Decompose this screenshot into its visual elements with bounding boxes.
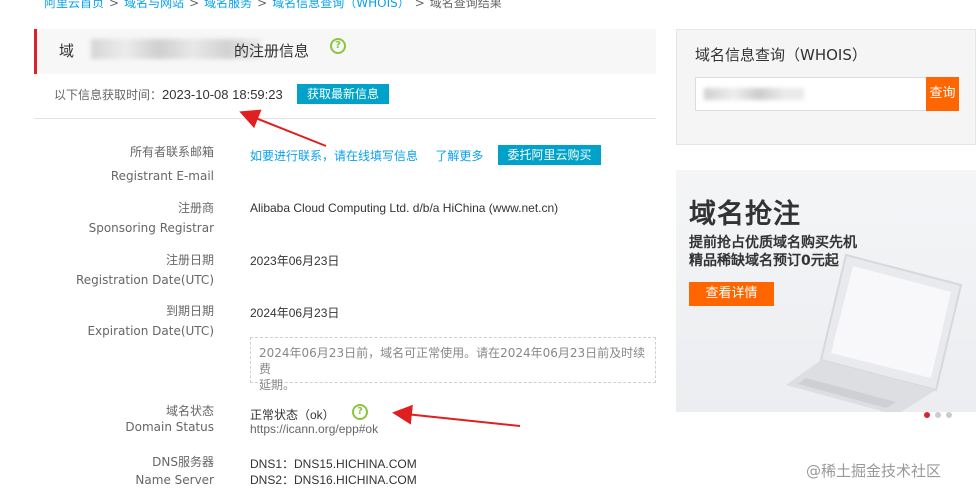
page-title-prefix: 域 [59, 42, 75, 60]
notice-line: 2024年06月23日前，域名可正常使用。请在2024年06月23日前及时续费 [259, 346, 646, 376]
breadcrumb-domain-services[interactable]: 域名服务 [204, 0, 252, 10]
breadcrumb-domains-websites[interactable]: 域名与网站 [124, 0, 184, 10]
registration-info-header: 域 的注册信息 ? [34, 29, 656, 74]
whois-panel-title: 域名信息查询（WHOIS） [695, 46, 867, 64]
expiration-date-label: 到期日期 Expiration Date(UTC) [14, 301, 214, 341]
page: 阿里云首页 > 域名与网站 > 域名服务 > 域名信息查询（WHOIS） > 域名查询结果 域 … [0, 0, 977, 488]
notice-line: 延期。 [259, 378, 296, 392]
registration-date-value: 2023年06月23日 [250, 254, 340, 268]
dns-label: DNS服务器 Name Server [14, 452, 214, 488]
label-en: Registrant E-mail [110, 169, 214, 183]
learn-more-link[interactable]: 了解更多 [435, 149, 483, 163]
dns-server-2: DNS2：DNS16.HICHINA.COM [250, 473, 417, 487]
whois-search-input[interactable] [695, 77, 927, 111]
carousel-dot-2[interactable] [935, 412, 941, 418]
label-cn: DNS服务器 [152, 455, 214, 469]
label-cn: 到期日期 [165, 304, 214, 318]
carousel-dot-3[interactable] [946, 412, 952, 418]
label-en: Expiration Date(UTC) [87, 324, 214, 338]
banner-title: 域名抢注 [689, 199, 801, 230]
label-en: Sponsoring Registrar [88, 221, 214, 235]
breadcrumb-separator: > [257, 0, 268, 10]
registrant-email-value: 如要进行联系，请在线填写信息 了解更多 [250, 147, 483, 164]
registrar-value: Alibaba Cloud Computing Ltd. d/b/a HiChi… [250, 201, 559, 215]
dns-server-1: DNS1：DNS15.HICHINA.COM [250, 457, 417, 471]
fetch-time-label: 以下信息获取时间： [54, 88, 163, 102]
domain-status-value: 正常状态（ok） [250, 408, 335, 422]
label-en: Domain Status [125, 420, 214, 434]
registrant-email-label: 所有者联系邮箱 Registrant E-mail [14, 142, 214, 186]
fetch-time-value: 2023-10-08 18:59:23 [162, 87, 283, 102]
breadcrumb-whois[interactable]: 域名信息查询（WHOIS） [272, 0, 410, 10]
banner-line: 精品稀缺域名预订0元起 [689, 253, 839, 269]
fetch-time-row: 以下信息获取时间：2023-10-08 18:59:23 [54, 86, 283, 103]
refresh-info-button[interactable]: 获取最新信息 [297, 84, 389, 104]
breadcrumb-home[interactable]: 阿里云首页 [44, 0, 104, 10]
divider [34, 118, 656, 119]
breadcrumb-current: 域名查询结果 [429, 0, 502, 10]
label-cn: 注册日期 [165, 253, 214, 267]
entrust-purchase-button[interactable]: 委托阿里云购买 [498, 145, 601, 165]
breadcrumb-separator: > [189, 0, 200, 10]
status-help-icon[interactable]: ? [352, 404, 368, 420]
contact-online-link[interactable]: 如要进行联系，请在线填写信息 [250, 149, 418, 163]
label-cn: 注册商 [177, 201, 214, 215]
domain-status-label: 域名状态 Domain Status [14, 401, 214, 437]
whois-search-button[interactable]: 查询 [926, 77, 959, 111]
banner-subtitle: 提前抢占优质域名购买先机 精品稀缺域名预订0元起 [689, 234, 857, 270]
promo-banner[interactable]: 域名抢注 提前抢占优质域名购买先机 精品稀缺域名预订0元起 查看详情 [676, 170, 976, 412]
breadcrumb-separator: > [109, 0, 120, 10]
laptop-illustration [786, 253, 963, 412]
page-title-suffix: 的注册信息 [234, 42, 310, 60]
registration-date-label: 注册日期 Registration Date(UTC) [14, 250, 214, 290]
help-icon[interactable]: ? [330, 38, 346, 54]
carousel-indicators [924, 403, 957, 422]
banner-line: 提前抢占优质域名购买先机 [689, 235, 857, 251]
carousel-dot-1[interactable] [924, 412, 930, 418]
view-details-button[interactable]: 查看详情 [689, 282, 774, 306]
annotation-arrow-domain-status [392, 404, 521, 427]
expiration-notice: 2024年06月23日前，域名可正常使用。请在2024年06月23日前及时续费 … [250, 337, 656, 392]
label-en: Name Server [135, 473, 214, 487]
label-en: Registration Date(UTC) [75, 273, 214, 287]
whois-search-panel: 域名信息查询（WHOIS） 查询 [676, 29, 976, 145]
label-cn: 所有者联系邮箱 [129, 145, 214, 159]
breadcrumb: 阿里云首页 > 域名与网站 > 域名服务 > 域名信息查询（WHOIS） > 域名查询结果 [44, 0, 502, 11]
expiration-date-value: 2024年06月23日 [250, 306, 340, 320]
breadcrumb-separator: > [414, 0, 425, 10]
redacted-search-text [704, 88, 804, 100]
status-reference-link[interactable]: https://icann.org/epp#ok [250, 422, 378, 436]
watermark: @稀土掘金技术社区 [806, 462, 942, 480]
registrar-label: 注册商 Sponsoring Registrar [14, 198, 214, 238]
